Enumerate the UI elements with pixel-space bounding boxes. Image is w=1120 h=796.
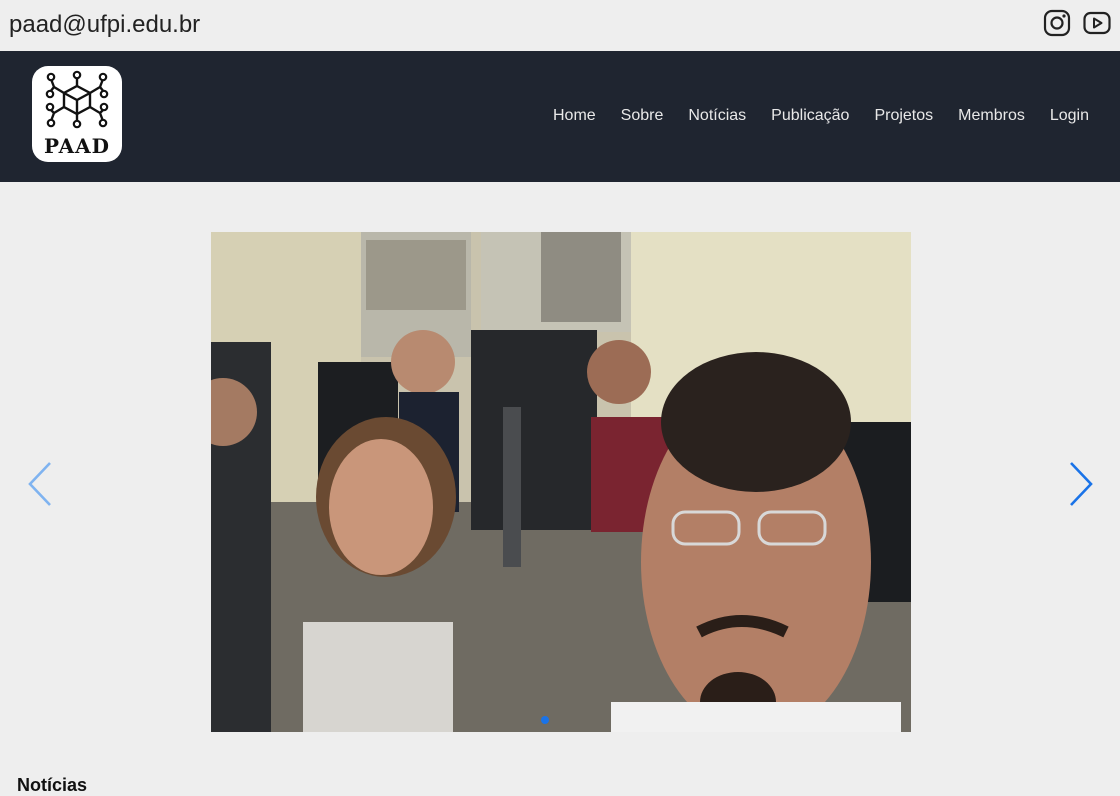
- nav-item-publicacao[interactable]: Publicação: [771, 107, 849, 125]
- logo-text: PAAD: [44, 134, 110, 158]
- nav-item-sobre[interactable]: Sobre: [621, 107, 664, 125]
- group-photo: [211, 232, 911, 732]
- carousel-indicator-active[interactable]: [541, 716, 549, 724]
- paad-logo[interactable]: PAAD: [32, 66, 122, 162]
- top-bar: paad@ufpi.edu.br: [0, 0, 1120, 51]
- nav-item-membros[interactable]: Membros: [958, 107, 1025, 125]
- chevron-right-icon[interactable]: [1066, 460, 1096, 508]
- youtube-icon[interactable]: [1083, 9, 1111, 37]
- nav-item-projetos[interactable]: Projetos: [874, 107, 933, 125]
- chevron-left-icon[interactable]: [25, 460, 55, 508]
- social-links: [1043, 9, 1111, 37]
- nav-menu: Home Sobre Notícias Publicação Projetos …: [553, 107, 1089, 125]
- nav-item-login[interactable]: Login: [1050, 107, 1089, 125]
- nav-item-home[interactable]: Home: [553, 107, 596, 125]
- network-cube-icon: [45, 70, 109, 129]
- news-section-title: Notícias: [17, 775, 88, 795]
- carousel-slide-image: [211, 232, 911, 732]
- nav-item-noticias[interactable]: Notícias: [688, 107, 746, 125]
- contact-email[interactable]: paad@ufpi.edu.br: [9, 10, 200, 40]
- main-navbar: PAAD Home Sobre Notícias Publicação Proj…: [0, 51, 1120, 182]
- instagram-icon[interactable]: [1043, 9, 1071, 37]
